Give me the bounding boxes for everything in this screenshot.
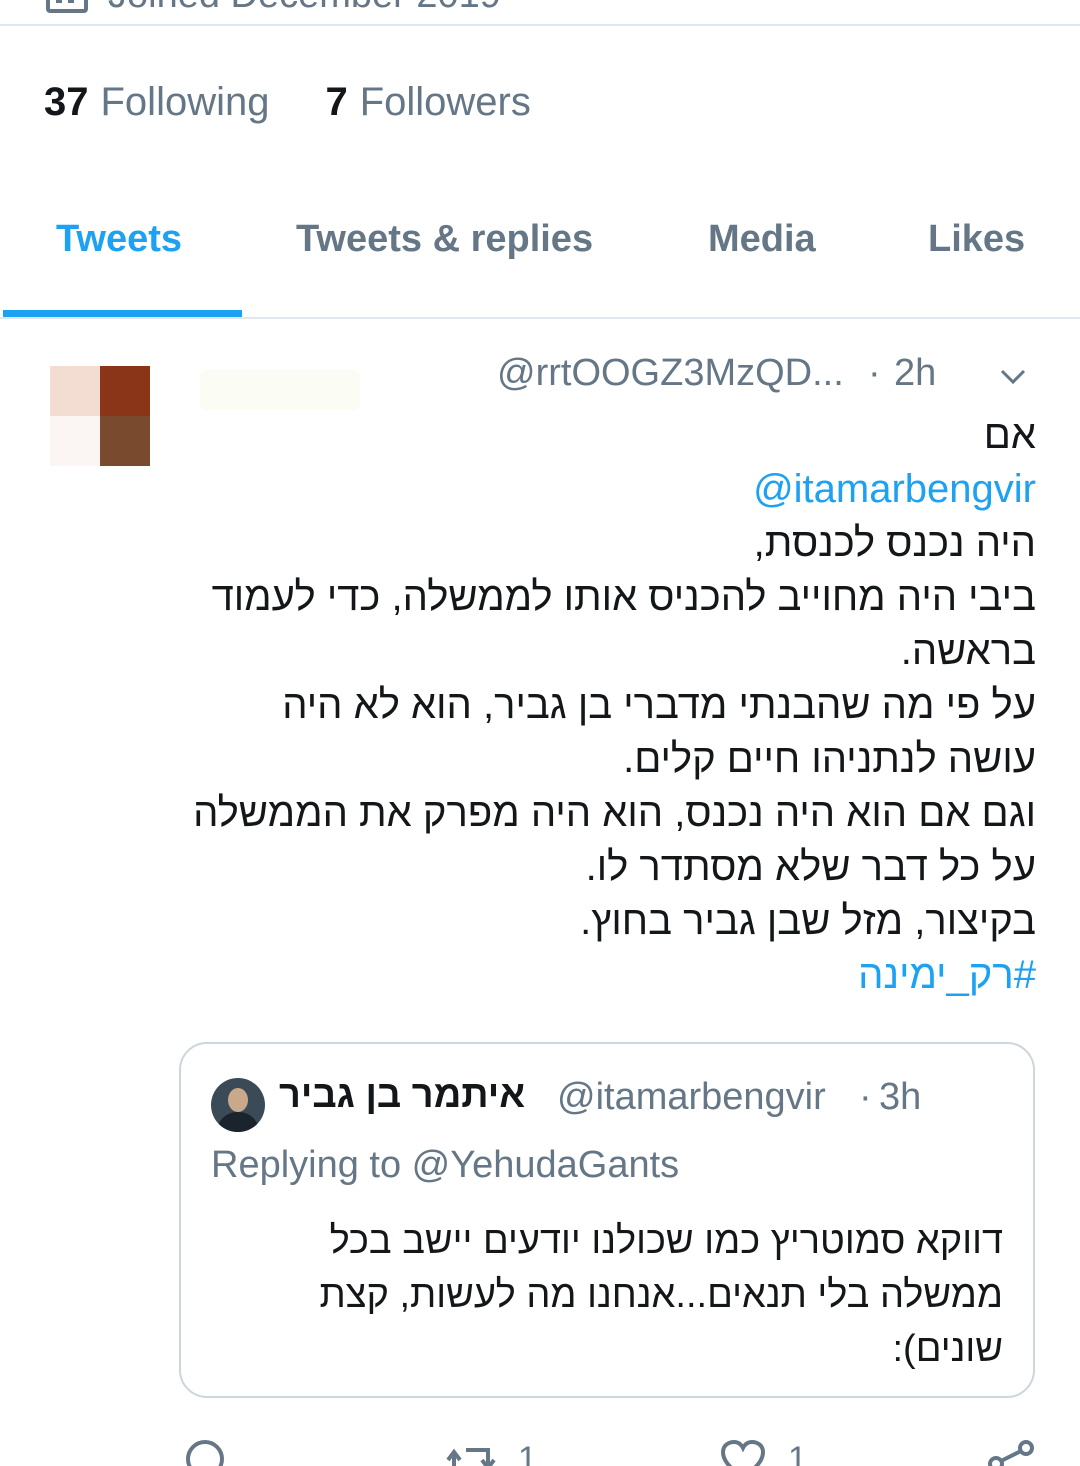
- quoted-avatar: [211, 1078, 265, 1132]
- tweet-line: על פי מה שהבנתי מדברי בן גביר, הוא לא הי…: [282, 683, 1036, 727]
- following-count: 37: [44, 80, 89, 124]
- profile-tabs: Tweets Tweets & replies Media Likes: [0, 200, 1080, 320]
- replying-to: Replying to @YehudaGants: [211, 1144, 680, 1186]
- tweet-line: עושה לנתניהו חיים קלים.: [623, 737, 1036, 781]
- tab-likes[interactable]: Likes: [928, 218, 1025, 261]
- joined-text: Joined December 2019: [108, 0, 501, 17]
- tab-tweets-and-replies[interactable]: Tweets & replies: [296, 218, 593, 261]
- reply-button[interactable]: [186, 1440, 224, 1466]
- tweet-line: בקיצור, מזל שבן גביר בחוץ.: [580, 899, 1036, 943]
- quoted-time: 3h: [879, 1076, 922, 1118]
- following-link[interactable]: 37 Following: [44, 80, 269, 125]
- active-tab-indicator: [3, 310, 242, 317]
- followers-label: Followers: [359, 80, 531, 124]
- tweet-line: אם: [983, 413, 1036, 457]
- tab-tweets[interactable]: Tweets: [56, 218, 182, 261]
- tweet-line: על כל דבר שלא מסתדר לו.: [585, 845, 1036, 889]
- hashtag-link[interactable]: #רק_ימינה: [156, 948, 1036, 1002]
- tab-media[interactable]: Media: [708, 218, 816, 261]
- separator-dot: ·: [859, 1076, 872, 1118]
- share-button[interactable]: [986, 1440, 1034, 1466]
- joined-date: Joined December 2019: [46, 0, 606, 44]
- profile-stats: 37 Following 7 Followers: [44, 80, 531, 125]
- tweet-line: וגם אם הוא היה נכנס, הוא היה מפרק את הממ…: [193, 791, 1036, 835]
- heart-icon: [720, 1440, 766, 1466]
- retweet-count: 1: [518, 1440, 537, 1466]
- quoted-handle: @itamarbengvir: [557, 1076, 826, 1118]
- tweet-header: @rrtOOGZ3MzQD... · 2h: [0, 350, 1080, 400]
- mention-link[interactable]: @itamarbengvir: [156, 462, 1036, 516]
- quoted-tweet-header: איתמר בן גביר @itamarbengvir · 3h: [211, 1074, 1011, 1132]
- chevron-down-icon[interactable]: [1000, 364, 1026, 390]
- tweet-text: אם @itamarbengvir היה נכנס לכנסת, ביבי ה…: [156, 408, 1036, 1002]
- retweet-icon: [446, 1448, 496, 1466]
- reply-icon: [186, 1440, 224, 1466]
- tweet-handle[interactable]: @rrtOOGZ3MzQD...: [497, 352, 844, 395]
- tweet-line: היה נכנס לכנסת,: [753, 521, 1036, 565]
- quoted-line: ממשלה בלי תנאים...אנחנו מה לעשות, קצת: [319, 1274, 1003, 1316]
- followers-count: 7: [325, 80, 348, 124]
- separator-dot: ·: [868, 352, 881, 394]
- tweet-line: בראשה.: [900, 629, 1036, 673]
- quoted-line: שונים):: [892, 1328, 1004, 1370]
- calendar-icon: [46, 0, 88, 13]
- quoted-display-name: איתמר בן גביר: [279, 1074, 526, 1116]
- retweet-button[interactable]: 1: [446, 1440, 537, 1466]
- tweet-time[interactable]: 2h: [894, 352, 936, 395]
- tweet-actions: 1 1: [0, 1440, 1080, 1466]
- quoted-line: דווקא סמוטריץ כמו שכולנו יודעים יישב בכל: [329, 1220, 1003, 1262]
- following-label: Following: [100, 80, 270, 124]
- share-icon: [988, 1440, 1034, 1466]
- quoted-tweet[interactable]: איתמר בן גביר @itamarbengvir · 3h Replyi…: [179, 1042, 1035, 1398]
- tweet-line: ביבי היה מחוייב להכניס אותו לממשלה, כדי …: [211, 575, 1036, 619]
- followers-link[interactable]: 7 Followers: [325, 80, 530, 125]
- like-button[interactable]: 1: [720, 1440, 807, 1466]
- quoted-tweet-text: דווקא סמוטריץ כמו שכולנו יודעים יישב בכל…: [223, 1214, 1003, 1376]
- like-count: 1: [788, 1440, 807, 1466]
- tabs-divider: [0, 317, 1080, 319]
